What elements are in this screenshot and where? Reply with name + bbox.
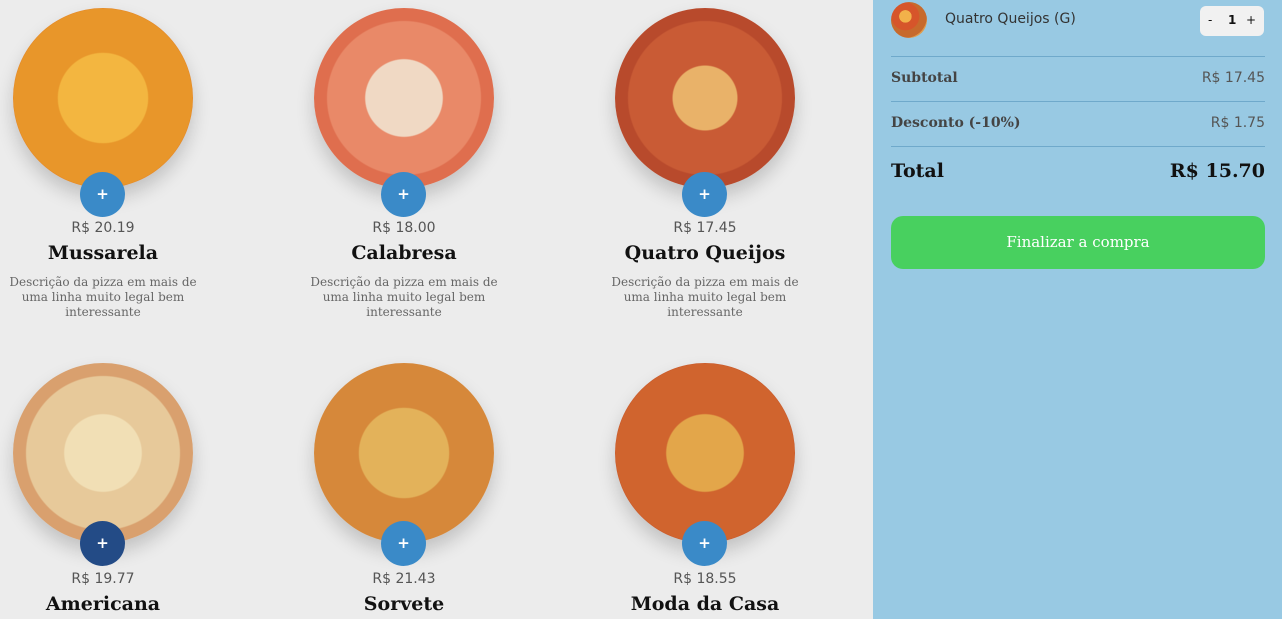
checkout-button[interactable]: Finalizar a compra (891, 216, 1265, 269)
pizza-price: R$ 19.77 (71, 571, 135, 587)
cart-panel: Quatro Queijos (G) - 1 + Subtotal R$ 17.… (873, 0, 1282, 619)
pizza-name: Calabresa (351, 242, 457, 264)
add-to-cart-button-moda-da-casa[interactable]: + (682, 521, 727, 566)
pizza-name: Quatro Queijos (624, 242, 786, 264)
quantity-value: 1 (1228, 13, 1237, 27)
pizza-price: R$ 18.55 (673, 571, 737, 587)
pizza-image-sorvete (314, 363, 494, 543)
pizza-image-mussarela (13, 8, 193, 188)
discount-value: R$ 1.75 (1210, 115, 1265, 131)
pizza-image-quatro-queijos (615, 8, 795, 188)
pizza-name: Mussarela (47, 242, 159, 264)
divider (891, 146, 1265, 147)
subtotal-label: Subtotal (891, 70, 958, 86)
increase-quantity-button[interactable]: + (1246, 13, 1256, 27)
pizza-image-calabresa (314, 8, 494, 188)
add-to-cart-button-quatro-queijos[interactable]: + (682, 172, 727, 217)
subtotal-value: R$ 17.45 (1201, 70, 1265, 86)
cart-item: Quatro Queijos (G) - 1 + (891, 2, 1265, 40)
total-label: Total (891, 160, 944, 182)
decrease-quantity-button[interactable]: - (1208, 13, 1212, 27)
cart-item-name: Quatro Queijos (G) (945, 11, 1076, 27)
pizza-image-moda-da-casa (615, 363, 795, 543)
add-to-cart-button-americana[interactable]: + (80, 521, 125, 566)
pizza-price: R$ 21.43 (372, 571, 436, 587)
pizza-price: R$ 18.00 (372, 220, 436, 236)
pizza-description: Descrição da pizza em mais de uma linha … (611, 275, 799, 319)
divider (891, 56, 1265, 57)
add-to-cart-button-calabresa[interactable]: + (381, 172, 426, 217)
add-to-cart-button-mussarela[interactable]: + (80, 172, 125, 217)
add-to-cart-button-sorvete[interactable]: + (381, 521, 426, 566)
cart-item-thumbnail (891, 2, 927, 38)
pizza-name: Americana (45, 593, 161, 615)
pizza-price: R$ 20.19 (71, 220, 135, 236)
quantity-stepper: - 1 + (1200, 6, 1264, 36)
pizza-name: Moda da Casa (630, 593, 780, 615)
divider (891, 101, 1265, 102)
pizza-name: Sorvete (363, 593, 445, 615)
pizza-price: R$ 17.45 (673, 220, 737, 236)
discount-label: Desconto (-10%) (891, 115, 1021, 131)
pizza-menu: + R$ 20.19 Mussarela Descrição da pizza … (0, 0, 873, 619)
pizza-description: Descrição da pizza em mais de uma linha … (9, 275, 197, 319)
pizza-description: Descrição da pizza em mais de uma linha … (310, 275, 498, 319)
pizza-image-americana (13, 363, 193, 543)
total-value: R$ 15.70 (1169, 160, 1265, 182)
